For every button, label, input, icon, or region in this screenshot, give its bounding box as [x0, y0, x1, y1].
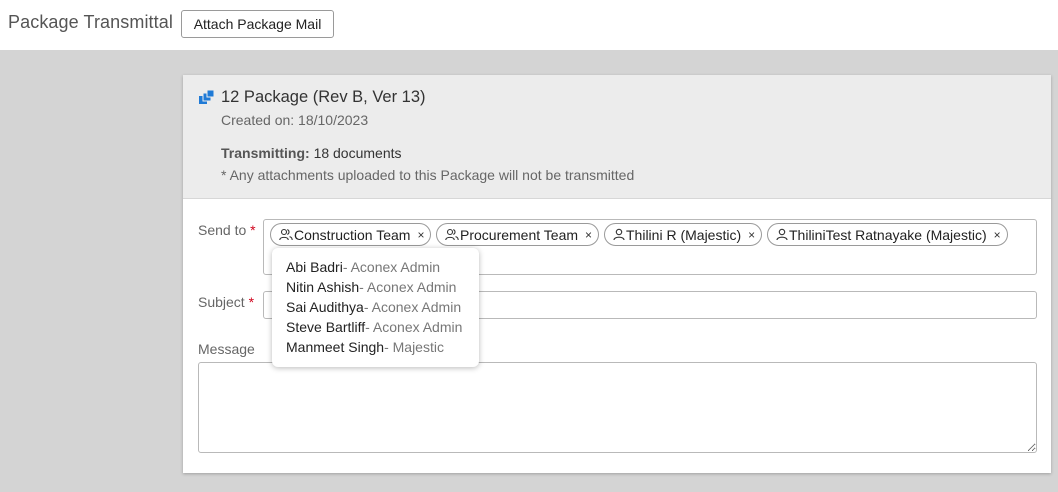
- package-summary: 12 Package (Rev B, Ver 13) Created on: 1…: [183, 75, 1051, 199]
- suggestion-name: Steve Bartliff: [286, 319, 366, 335]
- created-date: Created on: 18/10/2023: [221, 112, 369, 128]
- recipient-chip[interactable]: ThiliniTest Ratnayake (Majestic) ×: [767, 223, 1008, 246]
- message-label: Message: [198, 341, 255, 357]
- suggestion-item[interactable]: Steve Bartliff- Aconex Admin: [272, 317, 479, 337]
- attach-package-mail-button[interactable]: Attach Package Mail: [181, 10, 334, 38]
- message-textarea[interactable]: [198, 362, 1037, 453]
- suggestion-name: Sai Audithya: [286, 299, 364, 315]
- close-icon[interactable]: ×: [417, 228, 424, 242]
- transmitting-summary: Transmitting: 18 documents: [221, 145, 402, 161]
- required-marker: *: [248, 294, 255, 310]
- recipient-chip[interactable]: Thilini R (Majestic) ×: [604, 223, 763, 246]
- suggestion-item[interactable]: Nitin Ashish- Aconex Admin: [272, 277, 479, 297]
- user-icon: [613, 228, 625, 241]
- close-icon[interactable]: ×: [748, 228, 755, 242]
- suggestion-org: - Aconex Admin: [342, 259, 441, 275]
- close-icon[interactable]: ×: [585, 228, 592, 242]
- recipient-chip[interactable]: Construction Team ×: [270, 223, 432, 246]
- close-icon[interactable]: ×: [994, 228, 1001, 242]
- group-icon: [445, 228, 459, 241]
- suggestion-item[interactable]: Manmeet Singh- Majestic: [272, 337, 479, 357]
- suggestion-org: - Aconex Admin: [363, 299, 462, 315]
- suggestion-item[interactable]: Abi Badri- Aconex Admin: [272, 257, 479, 277]
- suggestion-org: - Aconex Admin: [359, 279, 457, 295]
- sendto-label: Send to *: [198, 222, 256, 238]
- top-bar: Package Transmittal Attach Package Mail: [0, 0, 1058, 50]
- subject-label: Subject *: [198, 294, 255, 310]
- required-marker: *: [250, 222, 256, 238]
- attachment-note: * Any attachments uploaded to this Packa…: [221, 167, 635, 183]
- suggestion-name: Nitin Ashish: [286, 279, 360, 295]
- page-title: Package Transmittal: [8, 12, 173, 32]
- suggestion-name: Manmeet Singh: [286, 339, 385, 355]
- recipient-chip[interactable]: Procurement Team ×: [436, 223, 600, 246]
- recipient-chip-label: Thilini R (Majestic): [626, 226, 742, 243]
- suggestion-name: Abi Badri: [286, 259, 343, 275]
- suggestion-item[interactable]: Sai Audithya- Aconex Admin: [272, 297, 479, 317]
- recipient-chip-label: ThiliniTest Ratnayake (Majestic): [789, 226, 987, 243]
- package-title: 12 Package (Rev B, Ver 13): [221, 88, 426, 106]
- user-icon: [776, 228, 788, 241]
- suggestion-org: - Majestic: [384, 339, 444, 355]
- recipient-chip-label: Construction Team: [294, 226, 411, 243]
- recipient-suggestions-dropdown: Abi Badri- Aconex Admin Nitin Ashish- Ac…: [272, 248, 479, 367]
- suggestion-org: - Aconex Admin: [365, 319, 463, 335]
- group-icon: [279, 228, 293, 241]
- recipient-chip-label: Procurement Team: [460, 226, 579, 243]
- package-stack-icon: [199, 90, 215, 104]
- transmitting-label: Transmitting:: [221, 145, 310, 161]
- transmitting-count: 18 documents: [313, 145, 402, 161]
